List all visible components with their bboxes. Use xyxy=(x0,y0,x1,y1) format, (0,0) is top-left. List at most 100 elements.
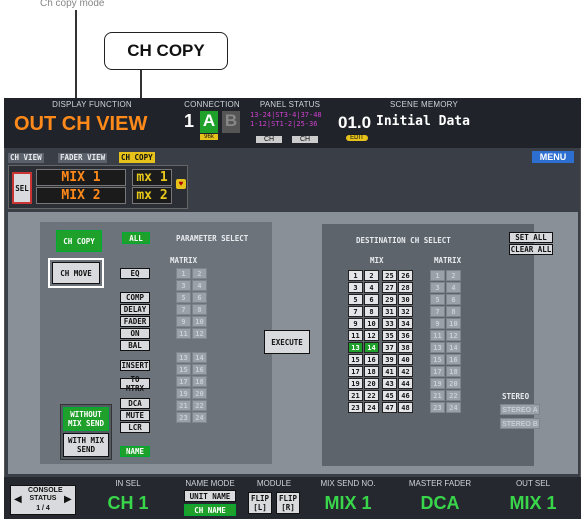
all-button[interactable]: ALL xyxy=(122,232,150,244)
param-matrix-cell: 12 xyxy=(192,328,207,339)
matrix-dest-cell: 8 xyxy=(446,306,461,317)
tab-ch-copy[interactable]: CH COPY xyxy=(119,152,155,163)
mix-dest-cell[interactable]: 14 xyxy=(364,342,379,353)
matrix-dest-cell: 10 xyxy=(446,318,461,329)
mix-dest-cell[interactable]: 47 xyxy=(382,402,397,413)
mix-dest-cell[interactable]: 30 xyxy=(398,294,413,305)
chevron-left-icon[interactable]: ◀ xyxy=(14,494,22,505)
flip-r-button[interactable]: FLIP [R] xyxy=(276,492,300,514)
param-bal-button[interactable]: BAL xyxy=(120,340,150,351)
stereo-b-button[interactable]: STEREO B xyxy=(500,418,540,429)
connection-b[interactable]: B xyxy=(222,111,240,133)
mix-dest-cell[interactable]: 10 xyxy=(364,318,379,329)
mix-dest-cell[interactable]: 3 xyxy=(348,282,363,293)
mix-dest-cell[interactable]: 24 xyxy=(364,402,379,413)
mix-dest-cell[interactable]: 1 xyxy=(348,270,363,281)
with-mix-send-button[interactable]: WITH MIX SEND xyxy=(63,433,109,457)
mix-dest-cell[interactable]: 21 xyxy=(348,390,363,401)
mix-dest-cell[interactable]: 41 xyxy=(382,366,397,377)
param-on-button[interactable]: ON xyxy=(120,328,150,339)
display-function-label: DISPLAY FUNCTION xyxy=(52,100,132,109)
mix-dest-cell[interactable]: 26 xyxy=(398,270,413,281)
param-comp-button[interactable]: COMP xyxy=(120,292,150,303)
mix-dest-cell[interactable]: 31 xyxy=(382,306,397,317)
param-to-mtrx-button[interactable]: TO MTRX xyxy=(120,375,150,393)
mix-dest-cell[interactable]: 27 xyxy=(382,282,397,293)
matrix-dest-cell: 19 xyxy=(430,378,445,389)
mix-dest-cell[interactable]: 23 xyxy=(348,402,363,413)
param-mute-button[interactable]: MUTE xyxy=(120,410,150,421)
scene-edit-badge: EDIT xyxy=(346,135,368,141)
param-lcr-button[interactable]: LCR xyxy=(120,422,150,433)
mix-dest-cell[interactable]: 37 xyxy=(382,342,397,353)
set-all-button[interactable]: SET ALL xyxy=(509,232,553,243)
sel-button[interactable]: SEL xyxy=(12,172,32,204)
mix-dest-cell[interactable]: 9 xyxy=(348,318,363,329)
mix-dest-cell[interactable]: 29 xyxy=(382,294,397,305)
console-status-label: CONSOLE STATUS xyxy=(28,487,63,502)
mix-dest-cell[interactable]: 13 xyxy=(348,342,363,353)
mix-dest-cell[interactable]: 42 xyxy=(398,366,413,377)
mix-dest-cell[interactable]: 38 xyxy=(398,342,413,353)
mix-dest-cell[interactable]: 22 xyxy=(364,390,379,401)
unit-name-button[interactable]: UNIT NAME xyxy=(184,490,236,502)
mix-dest-cell[interactable]: 7 xyxy=(348,306,363,317)
master-fader-label: MASTER FADER xyxy=(408,479,472,488)
mix-dest-cell[interactable]: 16 xyxy=(364,354,379,365)
mix-dest-cell[interactable]: 39 xyxy=(382,354,397,365)
mix-dest-cell[interactable]: 25 xyxy=(382,270,397,281)
mix-send-no-label: MIX SEND NO. xyxy=(320,479,376,488)
flip-l-button[interactable]: FLIP [L] xyxy=(248,492,272,514)
ch-copy-button[interactable]: CH COPY xyxy=(56,230,102,252)
mix-dest-cell[interactable]: 34 xyxy=(398,318,413,329)
mix-dest-cell[interactable]: 15 xyxy=(348,354,363,365)
mix-dest-cell[interactable]: 17 xyxy=(348,366,363,377)
mix-dest-cell[interactable]: 45 xyxy=(382,390,397,401)
param-name-button[interactable]: NAME xyxy=(120,446,150,457)
mix-dest-cell[interactable]: 36 xyxy=(398,330,413,341)
param-dca-button[interactable]: DCA xyxy=(120,398,150,409)
param-eq-button[interactable]: EQ xyxy=(120,268,150,279)
clear-all-button[interactable]: CLEAR ALL xyxy=(509,244,553,255)
chevron-right-icon[interactable]: ▶ xyxy=(64,494,72,505)
mix-dest-cell[interactable]: 44 xyxy=(398,378,413,389)
mix-dest-cell[interactable]: 6 xyxy=(364,294,379,305)
param-matrix-cell: 1 xyxy=(176,268,191,279)
mix-dest-cell[interactable]: 8 xyxy=(364,306,379,317)
mix-dest-cell[interactable]: 4 xyxy=(364,282,379,293)
without-mix-send-button[interactable]: WITHOUT MIX SEND xyxy=(63,407,109,431)
mix-dest-cell[interactable]: 20 xyxy=(364,378,379,389)
param-matrix-cell: 24 xyxy=(192,412,207,423)
mix-dest-cell[interactable]: 33 xyxy=(382,318,397,329)
matrix-dest-cell: 7 xyxy=(430,306,445,317)
panel-ch2: CH xyxy=(292,136,318,143)
mix-dest-cell[interactable]: 46 xyxy=(398,390,413,401)
mix-dest-cell[interactable]: 5 xyxy=(348,294,363,305)
tab-fader-view[interactable]: FADER VIEW xyxy=(58,153,108,163)
execute-button[interactable]: EXECUTE xyxy=(264,330,310,354)
matrix-dest-cell: 1 xyxy=(430,270,445,281)
mix-dest-cell[interactable]: 35 xyxy=(382,330,397,341)
param-delay-button[interactable]: DELAY xyxy=(120,304,150,315)
mix-dest-cell[interactable]: 19 xyxy=(348,378,363,389)
stereo-a-button[interactable]: STEREO A xyxy=(500,404,540,415)
ch-name-button[interactable]: CH NAME xyxy=(184,504,236,516)
ch-move-button[interactable]: CH MOVE xyxy=(48,258,104,288)
menu-button[interactable]: MENU xyxy=(532,151,574,163)
mix-dest-cell[interactable]: 18 xyxy=(364,366,379,377)
connection-a[interactable]: A xyxy=(200,111,218,133)
mix-dest-cell[interactable]: 11 xyxy=(348,330,363,341)
tab-ch-view[interactable]: CH VIEW xyxy=(8,153,44,163)
param-fader-button[interactable]: FADER xyxy=(120,316,150,327)
mix-dest-cell[interactable]: 32 xyxy=(398,306,413,317)
param-matrix-cell: 4 xyxy=(192,280,207,291)
mix-dest-cell[interactable]: 2 xyxy=(364,270,379,281)
mix-dest-cell[interactable]: 43 xyxy=(382,378,397,389)
param-insert-button[interactable]: INSERT xyxy=(120,360,150,371)
mix-dest-cell[interactable]: 48 xyxy=(398,402,413,413)
panel-ch1: CH xyxy=(256,136,282,143)
mix-dest-cell[interactable]: 40 xyxy=(398,354,413,365)
mix-dest-cell[interactable]: 28 xyxy=(398,282,413,293)
mix-send-no-value: MIX 1 xyxy=(324,493,372,513)
mix-dest-cell[interactable]: 12 xyxy=(364,330,379,341)
